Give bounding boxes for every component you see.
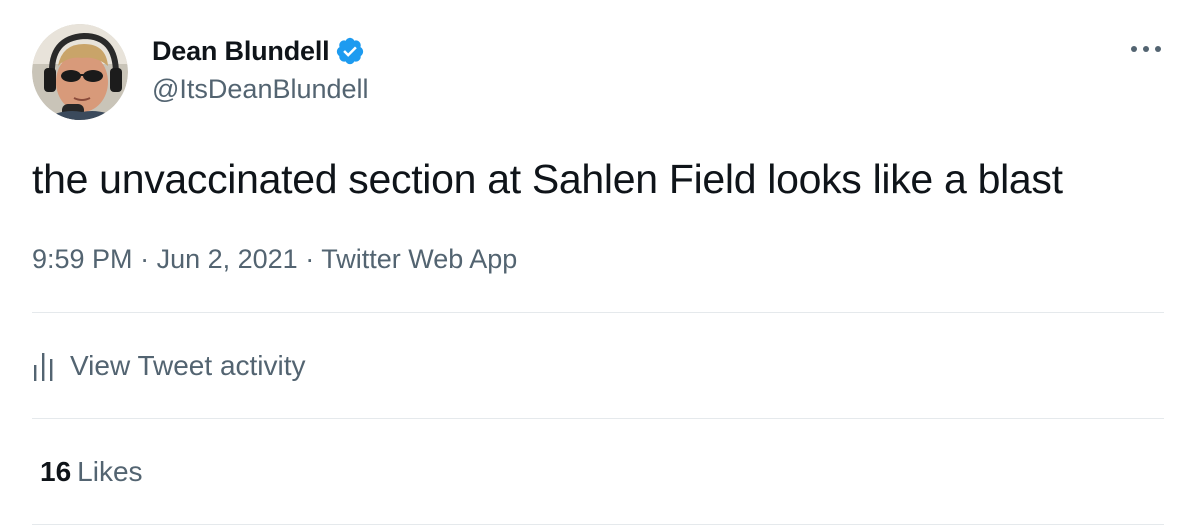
more-horizontal-icon <box>1131 46 1161 52</box>
likes-count: 16 <box>40 456 72 487</box>
likes-stat[interactable]: 16 Likes <box>40 456 143 488</box>
display-name[interactable]: Dean Blundell <box>152 36 330 67</box>
avatar[interactable] <box>32 24 128 120</box>
more-options-button[interactable] <box>1126 34 1166 64</box>
avatar-photo-icon <box>32 24 128 120</box>
likes-label: Likes <box>77 456 143 487</box>
author-handle[interactable]: @ItsDeanBlundell <box>152 74 369 105</box>
view-tweet-activity-button[interactable]: View Tweet activity <box>32 350 306 382</box>
author-name-row: Dean Blundell <box>152 33 365 69</box>
verified-badge-icon <box>335 36 365 66</box>
tweet-time[interactable]: 9:59 PM <box>32 244 133 274</box>
divider <box>32 524 1164 525</box>
tweet-source[interactable]: Twitter Web App <box>321 244 517 274</box>
divider <box>32 418 1164 419</box>
tweet-date[interactable]: Jun 2, 2021 <box>157 244 298 274</box>
bar-chart-icon <box>34 353 53 381</box>
tweet-text: the unvaccinated section at Sahlen Field… <box>32 156 1063 202</box>
divider <box>32 312 1164 313</box>
meta-separator: · <box>305 244 322 274</box>
tweet-metadata: 9:59 PM · Jun 2, 2021 · Twitter Web App <box>32 244 517 275</box>
meta-separator: · <box>140 244 157 274</box>
tweet-card: Dean Blundell @ItsDeanBlundell the unvac… <box>0 0 1194 528</box>
view-tweet-activity-label: View Tweet activity <box>70 350 306 381</box>
